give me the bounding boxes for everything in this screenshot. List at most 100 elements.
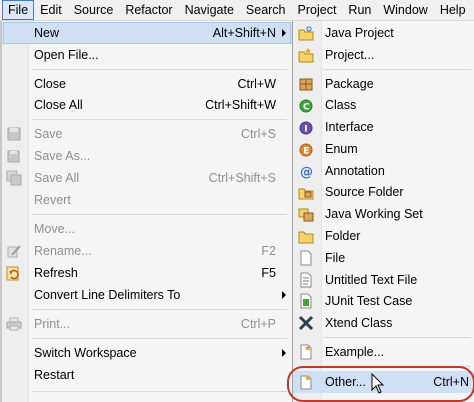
submenu-item-label: Java Project	[325, 26, 394, 40]
menu-item-open-file[interactable]: Open File...	[2, 44, 292, 66]
submenu-item-enum[interactable]: E Enum	[293, 138, 474, 160]
submenu-item-junit-test-case[interactable]: JUnit Test Case	[293, 290, 474, 312]
menu-item-convert-line-delimiters[interactable]: Convert Line Delimiters To	[2, 284, 292, 306]
submenu-separator	[323, 337, 471, 338]
enum-icon: E	[299, 143, 313, 157]
submenu-separator	[323, 69, 471, 70]
menu-item-switch-workspace[interactable]: Switch Workspace	[2, 342, 292, 364]
print-icon	[6, 317, 22, 331]
menu-source[interactable]: Source	[68, 1, 120, 19]
mouse-cursor-icon	[371, 373, 385, 394]
folder-icon	[298, 231, 314, 244]
source-folder-icon	[298, 188, 314, 200]
svg-text:E: E	[303, 147, 309, 157]
menu-file[interactable]: File	[2, 0, 35, 20]
menu-navigate[interactable]: Navigate	[179, 1, 240, 19]
refresh-icon	[6, 266, 19, 281]
package-icon	[299, 78, 313, 91]
menu-item-save-as[interactable]: Save As...	[2, 145, 292, 167]
menu-item-save[interactable]: Save Ctrl+S	[2, 123, 292, 145]
submenu-item-label: Package	[325, 77, 374, 91]
menu-item-save-all[interactable]: Save All Ctrl+Shift+S	[2, 167, 292, 189]
menu-item-label: Save All	[34, 171, 80, 185]
menu-window[interactable]: Window	[377, 1, 433, 19]
menu-search[interactable]: Search	[240, 1, 292, 19]
class-icon: C	[299, 99, 313, 113]
svg-text:@: @	[300, 165, 313, 179]
menu-item-shortcut: Alt+Shift+N	[212, 26, 276, 40]
submenu-item-file[interactable]: File	[293, 247, 474, 269]
project-icon	[298, 48, 314, 63]
submenu-item-label: Interface	[325, 120, 374, 134]
file-menu: New Alt+Shift+N Open File... Close Ctrl+…	[2, 21, 293, 402]
submenu-item-label: Example...	[325, 345, 385, 359]
save-all-icon	[6, 170, 22, 186]
menu-separator	[32, 309, 287, 310]
menu-separator	[32, 119, 287, 120]
file-icon	[300, 250, 312, 266]
submenu-item-label: Xtend Class	[325, 316, 393, 330]
submenu-item-xtend-class[interactable]: Xtend Class	[293, 312, 474, 334]
menu-item-close-all[interactable]: Close All Ctrl+Shift+W	[2, 94, 292, 116]
submenu-item-annotation[interactable]: @ Annotation	[293, 160, 474, 182]
submenu-item-label: Annotation	[325, 164, 385, 178]
svg-text:C: C	[303, 103, 310, 113]
menu-item-label: Rename...	[34, 244, 92, 258]
submenu-item-label: File	[325, 251, 346, 265]
submenu-arrow-icon	[282, 291, 286, 299]
menu-item-label: Close All	[34, 98, 83, 112]
rename-icon	[7, 245, 21, 258]
interface-icon: I	[299, 121, 313, 135]
menu-item-label: Close	[34, 77, 66, 91]
menu-item-label: New	[34, 26, 60, 40]
save-as-icon	[7, 150, 20, 163]
submenu-item-class[interactable]: C Class	[293, 94, 474, 116]
menu-item-refresh[interactable]: Refresh F5	[2, 262, 292, 284]
submenu-item-interface[interactable]: I Interface	[293, 116, 474, 138]
submenu-item-folder[interactable]: Folder	[293, 225, 474, 247]
menu-item-shortcut: Ctrl+Shift+W	[205, 98, 276, 112]
submenu-arrow-icon	[282, 29, 286, 37]
menu-item-restart[interactable]: Restart	[2, 364, 292, 386]
submenu-item-untitled-text-file[interactable]: Untitled Text File	[293, 269, 474, 291]
menu-project[interactable]: Project	[292, 1, 343, 19]
menu-bar: File Edit Source Refactor Navigate Searc…	[0, 0, 474, 21]
submenu-item-label: Class	[325, 98, 357, 112]
menu-separator	[32, 391, 287, 392]
menu-item-shortcut: Ctrl+S	[240, 127, 276, 141]
menu-separator	[32, 338, 287, 339]
submenu-item-label: Enum	[325, 142, 358, 156]
submenu-item-label: Project...	[325, 48, 375, 62]
menu-item-shortcut: Ctrl+Shift+S	[208, 171, 276, 185]
menu-item-label: Save	[34, 127, 63, 141]
menu-item-print[interactable]: Print... Ctrl+P	[2, 313, 292, 335]
submenu-item-java-project[interactable]: Java Project	[293, 22, 474, 44]
menu-item-new[interactable]: New Alt+Shift+N	[2, 22, 292, 44]
submenu-item-example[interactable]: Example...	[293, 341, 474, 363]
menu-help[interactable]: Help	[434, 1, 472, 19]
menu-item-label: Refresh	[34, 266, 78, 280]
menu-item-label: Move...	[34, 222, 75, 236]
menu-item-label: Restart	[34, 368, 75, 382]
menu-item-revert[interactable]: Revert	[2, 189, 292, 211]
submenu-item-source-folder[interactable]: Source Folder	[293, 181, 474, 203]
menu-refactor[interactable]: Refactor	[119, 1, 178, 19]
menu-item-rename[interactable]: Rename... F2	[2, 240, 292, 262]
submenu-item-project[interactable]: Project...	[293, 44, 474, 66]
junit-icon	[300, 293, 312, 309]
submenu-arrow-icon	[282, 349, 286, 357]
menu-edit[interactable]: Edit	[34, 1, 68, 19]
menu-item-label: Print...	[34, 317, 71, 331]
menu-item-close[interactable]: Close Ctrl+W	[2, 73, 292, 95]
menu-run[interactable]: Run	[342, 1, 377, 19]
submenu-item-java-working-set[interactable]: Java Working Set	[293, 203, 474, 225]
save-icon	[7, 127, 21, 141]
submenu-item-label: Folder	[325, 229, 361, 243]
submenu-item-package[interactable]: Package	[293, 73, 474, 95]
submenu-item-label: Source Folder	[325, 185, 404, 199]
menu-item-label: Open File...	[34, 48, 99, 62]
menu-item-shortcut: F5	[261, 266, 276, 280]
xtend-icon	[298, 315, 314, 331]
menu-item-label: Save As...	[34, 149, 91, 163]
menu-item-move[interactable]: Move...	[2, 218, 292, 240]
